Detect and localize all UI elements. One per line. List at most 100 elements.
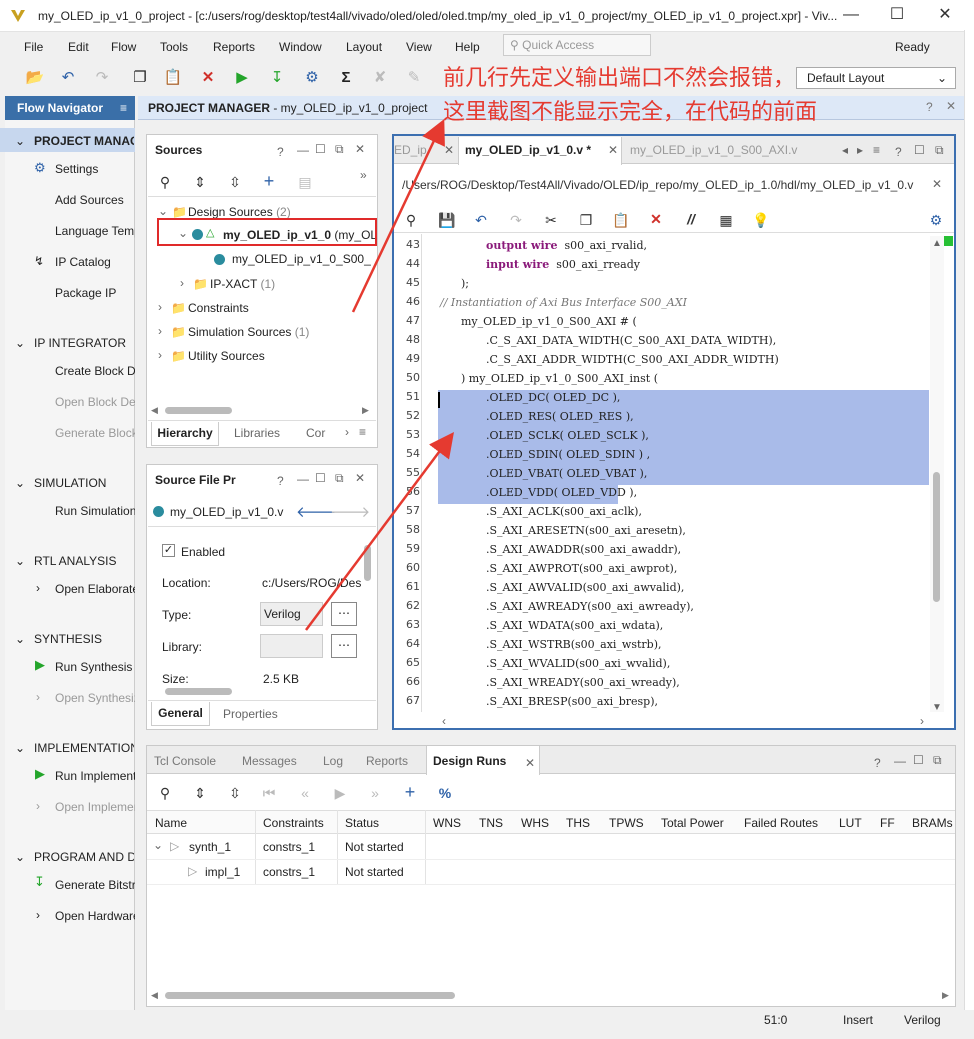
col-total-power[interactable]: Total Power — [661, 816, 724, 830]
library-field[interactable] — [260, 634, 323, 658]
undo-icon[interactable]: ↶ — [58, 68, 78, 88]
edit-icon[interactable]: ✎ — [404, 68, 424, 88]
minimize-button[interactable]: — — [836, 4, 866, 26]
restore-icon[interactable]: ☐ — [913, 753, 924, 767]
row-impl-name[interactable]: impl_1 — [205, 865, 240, 879]
fn-add-sources[interactable]: Add Sources — [55, 193, 124, 207]
tab-editor-active[interactable]: my_OLED_ip_v1_0.v * — [465, 143, 591, 157]
close-tab-icon[interactable]: ✕ — [444, 143, 454, 157]
fn-run-simulation[interactable]: Run Simulation — [55, 504, 135, 518]
expand-all-icon[interactable]: ⇳ — [224, 172, 246, 192]
scroll-left-icon[interactable]: ◀ — [151, 990, 158, 1001]
type-field[interactable]: Verilog — [260, 602, 323, 626]
section-program-debug[interactable]: PROGRAM AND DEBUG — [34, 850, 134, 864]
expand-all-icon[interactable]: ⇳ — [224, 783, 246, 803]
section-ip-integrator[interactable]: IP INTEGRATOR — [34, 336, 126, 350]
chevron-right-icon[interactable]: › — [36, 581, 40, 595]
tab-general[interactable]: General — [151, 702, 210, 726]
previous-icon[interactable]: « — [294, 783, 316, 803]
float-icon[interactable]: ⧉ — [335, 142, 344, 157]
maximize-button[interactable]: ☐ — [882, 4, 912, 26]
chevron-right-icon[interactable]: › — [36, 690, 40, 704]
menu-tools[interactable]: Tools — [160, 40, 188, 54]
minimize-icon[interactable]: — — [297, 143, 309, 157]
v-scrollbar[interactable] — [933, 472, 940, 602]
menu-edit[interactable]: Edit — [68, 40, 89, 54]
sigma-icon[interactable]: Σ — [336, 68, 356, 88]
fn-settings[interactable]: Settings — [55, 162, 98, 176]
col-ths[interactable]: THS — [566, 816, 590, 830]
help-icon[interactable]: ? — [277, 474, 284, 488]
col-ff[interactable]: FF — [880, 816, 895, 830]
fn-open-elaborated[interactable]: Open Elaborated Design — [55, 582, 135, 596]
section-simulation[interactable]: SIMULATION — [34, 476, 106, 490]
chevron-right-icon[interactable]: › — [158, 324, 162, 338]
menu-view[interactable]: View — [406, 40, 432, 54]
first-icon[interactable]: ⏮ — [258, 783, 280, 803]
tab-log[interactable]: Log — [323, 754, 343, 768]
col-tns[interactable]: TNS — [479, 816, 503, 830]
pin-icon[interactable]: ≡ — [120, 96, 127, 120]
enabled-checkbox[interactable]: ✓ — [162, 544, 175, 557]
tree-utility-sources[interactable]: Utility Sources — [188, 349, 265, 363]
collapse-icon[interactable]: ⌄ — [158, 204, 168, 218]
fn-ip-catalog[interactable]: IP Catalog — [55, 255, 111, 269]
col-failed-routes[interactable]: Failed Routes — [744, 816, 818, 830]
chevron-right-icon[interactable]: › — [345, 425, 349, 439]
menu-file[interactable]: File — [24, 40, 43, 54]
float-icon[interactable]: ⧉ — [935, 143, 944, 158]
tab-libraries[interactable]: Libraries — [234, 426, 280, 440]
tab-editor-s00-axi[interactable]: my_OLED_ip_v1_0_S00_AXI.v — [630, 143, 829, 157]
fn-language-templates[interactable]: Language Templates — [55, 224, 135, 238]
collapse-all-icon[interactable]: ⇕ — [189, 172, 211, 192]
col-status[interactable]: Status — [345, 816, 379, 830]
menu-layout[interactable]: Layout — [346, 40, 382, 54]
debug-icon[interactable]: ✘ — [370, 68, 390, 88]
collapse-all-icon[interactable]: ⇕ — [189, 783, 211, 803]
fn-package-ip[interactable]: Package IP — [55, 286, 116, 300]
collapse-icon[interactable]: ⌄ — [15, 741, 25, 755]
percent-icon[interactable]: % — [434, 783, 456, 803]
fn-open-implemented[interactable]: Open Implemented Design — [55, 800, 135, 814]
col-whs[interactable]: WHS — [521, 816, 549, 830]
fn-open-hardware[interactable]: Open Hardware Manager — [55, 909, 135, 923]
col-wns[interactable]: WNS — [433, 816, 461, 830]
collapse-icon[interactable]: ⌄ — [15, 476, 25, 490]
restore-icon[interactable]: ☐ — [914, 143, 925, 157]
add-run-icon[interactable]: + — [399, 782, 421, 802]
paste-icon[interactable]: 📋 — [163, 68, 183, 88]
open-project-icon[interactable]: 📂 — [25, 68, 45, 88]
quick-access-search[interactable]: ⚲ Quick Access — [503, 34, 651, 56]
float-icon[interactable]: ⧉ — [933, 753, 942, 768]
run-icon[interactable]: ▶ — [329, 783, 351, 803]
copy-icon[interactable]: ❐ — [130, 68, 150, 88]
close-icon[interactable]: ✕ — [946, 99, 956, 113]
layout-select[interactable]: Default Layout ⌄ — [796, 67, 956, 89]
library-browse-button[interactable]: ⋯ — [331, 634, 357, 658]
scroll-up-icon[interactable]: ▲ — [932, 238, 942, 249]
col-lut[interactable]: LUT — [839, 816, 862, 830]
tab-next-icon[interactable]: ▸ — [857, 143, 863, 157]
tab-tcl-console[interactable]: Tcl Console — [154, 754, 216, 768]
tab-menu-icon[interactable]: ≡ — [359, 425, 366, 439]
scroll-left-icon[interactable]: ‹ — [442, 714, 446, 728]
copy-icon[interactable]: ❐ — [575, 210, 597, 230]
tab-prev-icon[interactable]: ◂ — [842, 143, 848, 157]
section-rtl-analysis[interactable]: RTL ANALYSIS — [34, 554, 116, 568]
close-tab-icon[interactable]: ✕ — [525, 756, 535, 770]
fn-open-synthesized[interactable]: Open Synthesized Design — [55, 691, 135, 705]
collapse-icon[interactable]: ⌄ — [15, 336, 25, 350]
tab-editor-prev[interactable]: ED_ip — [394, 143, 427, 157]
h-scrollbar[interactable] — [165, 688, 232, 695]
v-scrollbar[interactable] — [364, 545, 371, 581]
next-icon[interactable]: » — [364, 783, 386, 803]
help-icon[interactable]: ? — [926, 100, 933, 114]
chevron-right-icon[interactable]: › — [180, 276, 184, 290]
chevron-right-icon[interactable]: › — [158, 348, 162, 362]
search-icon[interactable]: ⚲ — [400, 210, 422, 230]
section-synthesis[interactable]: SYNTHESIS — [34, 632, 102, 646]
row-synth-name[interactable]: synth_1 — [189, 840, 231, 854]
tree-sim-sources[interactable]: Simulation Sources (1) — [188, 325, 309, 339]
column-mode-icon[interactable]: ▦ — [715, 210, 737, 230]
fn-generate-block-design[interactable]: Generate Block Design — [55, 426, 135, 440]
